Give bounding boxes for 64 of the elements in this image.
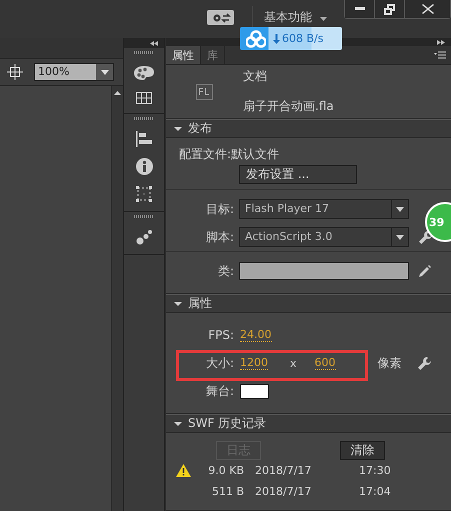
- collapse-triangle-icon[interactable]: [174, 124, 182, 132]
- sync-settings-button[interactable]: [207, 10, 234, 25]
- panel-menu-icon[interactable]: [434, 51, 446, 60]
- file-size: 511 B: [210, 485, 244, 498]
- target-label: 目标:: [204, 200, 234, 218]
- down-arrow-icon: [273, 34, 280, 44]
- scrollbar[interactable]: [111, 86, 123, 511]
- minimize-icon: [354, 7, 364, 11]
- height-value[interactable]: 600: [314, 356, 336, 370]
- profile-value: 默认文件: [231, 146, 280, 163]
- collapse-icon[interactable]: [150, 40, 158, 46]
- class-field[interactable]: [239, 262, 409, 280]
- width-value[interactable]: 1200: [240, 356, 268, 370]
- document-type: 文档: [243, 68, 268, 86]
- caret-icon: [396, 206, 404, 212]
- collapse-triangle-icon[interactable]: [174, 420, 182, 428]
- collapse-triangle-icon[interactable]: [174, 300, 182, 308]
- motion-dots-icon[interactable]: [136, 229, 152, 245]
- align-icon[interactable]: [136, 131, 152, 147]
- clear-button[interactable]: 清除: [340, 441, 385, 460]
- target-dropdown[interactable]: Flash Player 17: [239, 199, 409, 219]
- info-icon[interactable]: [136, 158, 152, 175]
- caret-icon: [396, 234, 404, 240]
- unit-label: 像素: [378, 354, 402, 372]
- cloud-icon: [246, 30, 266, 48]
- script-dropdown[interactable]: ActionScript 3.0: [239, 227, 409, 247]
- class-label: 类:: [216, 262, 234, 280]
- workspace-menu[interactable]: 基本功能: [264, 9, 312, 26]
- build-date: 2018/7/17: [255, 464, 312, 477]
- fps-label: FPS:: [207, 328, 234, 342]
- publish-settings-button[interactable]: 发布设置 ...: [239, 165, 357, 184]
- wrench-icon[interactable]: [419, 230, 432, 244]
- minimize-button[interactable]: [345, 0, 375, 18]
- caret-icon: [320, 17, 327, 21]
- fl-mark-icon: [199, 88, 210, 96]
- section-header[interactable]: 发布: [166, 119, 451, 138]
- grid-icon[interactable]: [136, 92, 152, 104]
- palette-icon[interactable]: [134, 65, 154, 81]
- times-sign: x: [290, 356, 297, 370]
- download-speed: 608 B/s: [273, 32, 324, 45]
- build-time: 17:04: [359, 485, 391, 498]
- panel-tab[interactable]: 库: [201, 46, 225, 64]
- stage-color-swatch[interactable]: [240, 384, 269, 398]
- crosshair-icon[interactable]: [7, 64, 23, 80]
- pencil-icon[interactable]: [419, 265, 431, 277]
- file-size: 9.0 KB: [207, 464, 244, 477]
- profile-label: 配置文件:: [179, 146, 232, 163]
- panel-tab[interactable]: 属性: [166, 46, 201, 64]
- up-arrow-icon[interactable]: [114, 91, 121, 95]
- wrench-icon[interactable]: [418, 356, 431, 370]
- fps-value[interactable]: 24.00: [240, 328, 272, 342]
- transform-icon[interactable]: [136, 186, 152, 202]
- restore-icon: [384, 4, 395, 14]
- script-label: 脚本:: [204, 228, 234, 246]
- close-icon: [422, 4, 434, 14]
- section-header[interactable]: 属性: [166, 294, 451, 313]
- file-name: 扇子开合动画.fla: [243, 98, 334, 116]
- build-time: 17:30: [359, 464, 391, 477]
- build-date: 2018/7/17: [255, 485, 312, 498]
- stage-label: 舞台:: [204, 382, 234, 400]
- section-header[interactable]: SWF 历史记录: [166, 414, 451, 433]
- caret-icon: [100, 70, 108, 74]
- size-label: 大小:: [204, 354, 234, 372]
- zoom-dropdown[interactable]: 100%: [34, 63, 114, 81]
